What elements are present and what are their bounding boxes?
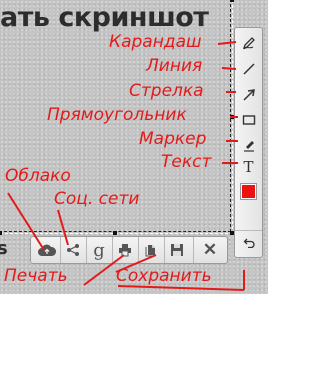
cloud-upload-button[interactable] — [34, 237, 59, 263]
label-social: Соц. сети — [54, 189, 140, 209]
arrow-tool-button[interactable] — [235, 84, 262, 106]
rectangle-icon — [242, 115, 255, 125]
print-button[interactable] — [112, 237, 137, 263]
label-line: Линия — [146, 56, 203, 76]
undo-button[interactable] — [235, 230, 262, 252]
print-icon — [119, 244, 131, 257]
google-button[interactable]: g — [86, 237, 111, 263]
label-pencil: Карандаш — [109, 32, 202, 52]
line-tool-button[interactable] — [235, 58, 262, 80]
save-icon — [171, 244, 183, 256]
label-text: Текст — [161, 152, 212, 172]
label-save: Сохранить — [116, 266, 212, 286]
save-button[interactable] — [164, 237, 189, 263]
copy-button[interactable] — [138, 237, 163, 263]
arrow-icon — [242, 89, 255, 101]
side-text: s — [0, 238, 8, 259]
close-icon: ✕ — [202, 240, 218, 259]
rectangle-tool-button[interactable] — [235, 109, 262, 131]
resize-handle-bottom-left[interactable] — [0, 231, 2, 235]
color-picker-swatch[interactable] — [240, 183, 257, 200]
pencil-icon — [242, 37, 255, 50]
share-button[interactable] — [60, 237, 85, 263]
resize-handle-top-right[interactable] — [230, 0, 234, 2]
undo-icon — [243, 238, 255, 248]
share-icon — [67, 244, 79, 256]
resize-handle-bottom[interactable] — [113, 231, 117, 235]
actions-toolbar: g ✕ — [30, 236, 228, 264]
close-button[interactable]: ✕ — [193, 237, 226, 263]
label-rectangle: Прямоугольник — [47, 105, 187, 125]
cloud-upload-icon — [37, 244, 56, 256]
line-icon — [242, 63, 255, 75]
google-icon: g — [93, 239, 105, 261]
text-icon: T — [243, 158, 254, 176]
drawing-toolbar: T — [234, 27, 263, 258]
label-print: Печать — [4, 266, 68, 286]
label-arrow: Стрелка — [129, 81, 204, 101]
label-cloud: Облако — [5, 166, 71, 186]
copy-icon — [145, 245, 155, 257]
label-marker: Маркер — [139, 129, 207, 149]
pencil-tool-button[interactable] — [235, 32, 262, 54]
text-tool-button[interactable]: T — [235, 156, 262, 178]
marker-icon — [243, 141, 254, 152]
marker-tool-button[interactable] — [235, 134, 262, 156]
